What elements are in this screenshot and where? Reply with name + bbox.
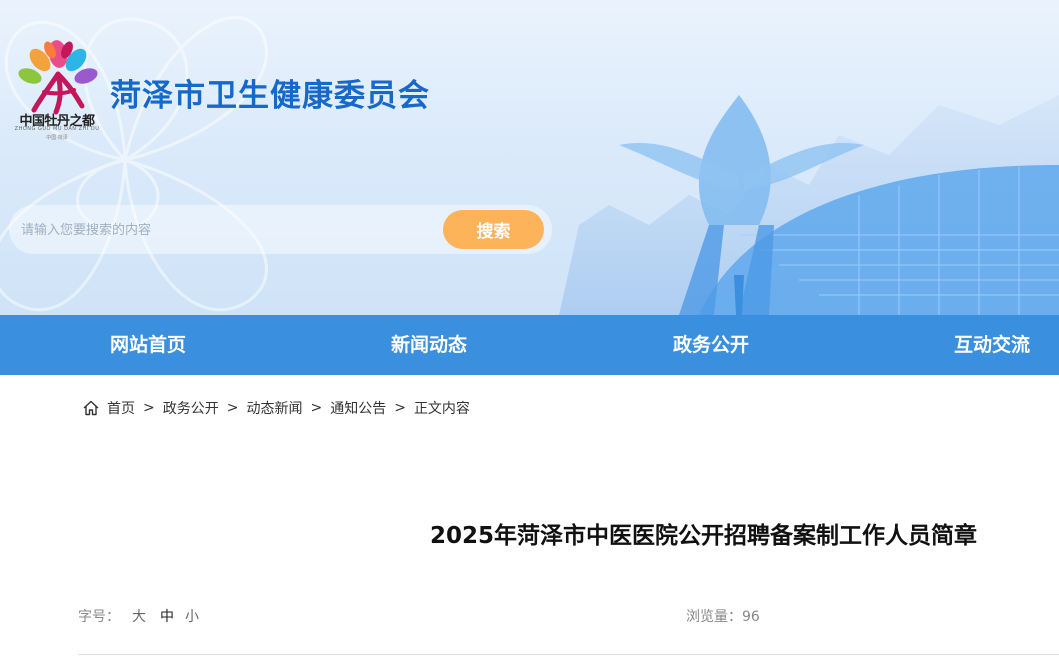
breadcrumb-separator: > [394,400,406,416]
search-bar: 搜索 [9,205,552,254]
home-icon[interactable] [82,399,100,417]
nav-item-news[interactable]: 新闻动态 [391,315,467,375]
search-input[interactable] [21,213,441,246]
article-title: 2025年菏泽市中医医院公开招聘备案制工作人员简章 [430,523,978,549]
main-nav: 网站首页 新闻动态 政务公开 互动交流 [0,315,1059,375]
nav-item-interaction[interactable]: 互动交流 [954,315,1030,375]
search-button[interactable]: 搜索 [443,210,544,249]
divider [78,654,1059,655]
breadcrumb-home[interactable]: 首页 [107,398,135,418]
article-meta: 字号： 大 中 小 浏览量：96 [78,606,768,626]
breadcrumb: 首页 > 政务公开 > 动态新闻 > 通知公告 > 正文内容 [82,398,470,418]
breadcrumb-current: 正文内容 [413,401,470,417]
logo-location: 中国·菏泽 [46,135,68,141]
view-count: 浏览量：96 [686,609,760,625]
breadcrumb-separator: > [310,400,323,416]
font-size-large[interactable]: 大 [132,606,146,626]
breadcrumb-news[interactable]: 动态新闻 [246,398,302,418]
font-size-small[interactable]: 小 [185,606,199,626]
font-size-medium[interactable]: 中 [160,606,174,626]
breadcrumb-separator: > [226,400,239,416]
logo-subtext: ZHONG GUO MU DAN ZHI DU [14,126,100,132]
site-title[interactable]: 菏泽市卫生健康委员会 [110,70,430,115]
font-size-label: 字号： [78,609,120,625]
nav-item-government-affairs[interactable]: 政务公开 [673,315,749,375]
nav-item-home[interactable]: 网站首页 [110,315,186,375]
city-skyline-illustration [559,95,1059,315]
breadcrumb-notices[interactable]: 通知公告 [330,398,386,418]
breadcrumb-separator: > [143,400,155,416]
breadcrumb-government-affairs[interactable]: 政务公开 [163,398,219,418]
header-banner: 中国牡丹之都 ZHONG GUO MU DAN ZHI DU 中国·菏泽 菏泽市… [0,0,1059,315]
